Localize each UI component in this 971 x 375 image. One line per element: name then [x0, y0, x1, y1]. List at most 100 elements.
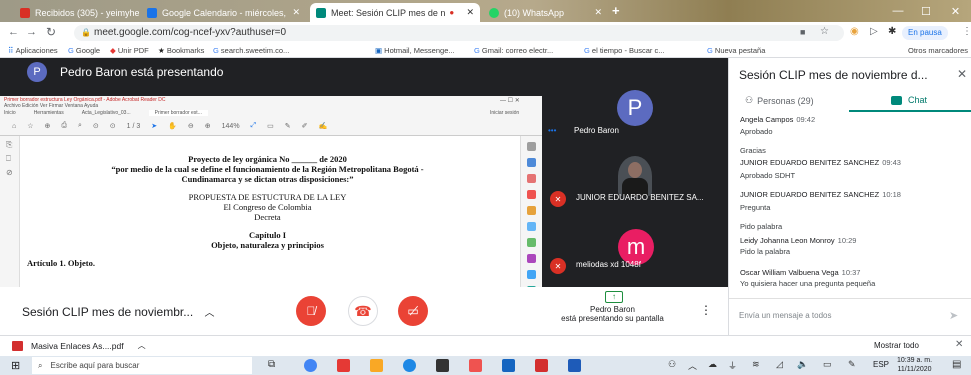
profile-button[interactable]: En pausa [902, 26, 948, 40]
search-tool-icon[interactable] [527, 142, 536, 151]
cursor-icon[interactable]: ➤ [151, 122, 157, 130]
draw-icon[interactable]: ✐ [302, 122, 308, 130]
tab-whatsapp[interactable]: (10) WhatsApp ✕ [483, 3, 608, 22]
fit-icon[interactable]: ⤢ [251, 122, 257, 130]
close-panel-icon[interactable]: ✕ [957, 67, 967, 81]
people-tab[interactable]: ⚇ Personas (29) [745, 95, 814, 106]
export-pdf-icon[interactable] [527, 158, 536, 167]
word-icon[interactable] [568, 359, 581, 372]
windows-start-icon[interactable]: ⊞ [11, 359, 20, 372]
language-indicator[interactable]: ESP [873, 360, 889, 369]
close-tab-icon[interactable]: ✕ [286, 7, 300, 18]
bookmarks-folder[interactable]: ★ Bookmarks [158, 46, 204, 55]
edit-pdf-icon[interactable] [527, 190, 536, 199]
sign-icon[interactable]: ✍ [319, 122, 328, 130]
mail-icon[interactable] [502, 359, 515, 372]
present-screen-icon[interactable]: ↑ [605, 291, 623, 303]
pdf-tab-herramientas[interactable]: Herramientas [34, 110, 64, 116]
forward-icon[interactable]: → [26, 26, 37, 38]
maximize-button[interactable]: ☐ [912, 0, 940, 22]
camera-icon[interactable]: ■ [800, 27, 805, 37]
pdf-tab-borrador[interactable]: Primer borrador est... [148, 110, 208, 116]
thumbnails-icon[interactable]: ⎘ [6, 140, 12, 150]
participant-tile-pedro[interactable]: P ••• Pedro Baron [544, 88, 726, 148]
download-item[interactable]: Masiva Enlaces As....pdf ︿ [12, 340, 146, 351]
print-icon[interactable]: ⎙ [61, 122, 67, 130]
url-field[interactable]: 🔒 meet.google.com/cog-ncef-yxv?authuser=… [74, 25, 844, 41]
network-icon[interactable]: ◿ [776, 359, 783, 370]
highlight-icon[interactable]: ✎ [285, 122, 291, 130]
pdf-window-controls[interactable]: — ☐ ✕ [500, 97, 520, 104]
google-bookmark[interactable]: G Google [68, 46, 100, 55]
close-window-button[interactable]: ✕ [940, 0, 971, 22]
camera-toggle-button[interactable]: ▭̸ [398, 296, 428, 326]
tab-gmail[interactable]: Recibidos (305) - yeimyhelenag@ ✕ [14, 3, 139, 22]
pdf-tab-inicio[interactable]: Inicio [4, 110, 16, 116]
wifi-icon[interactable]: ≋ [752, 359, 760, 370]
upload-icon[interactable]: ⊕ [45, 122, 51, 130]
mic-toggle-button[interactable]: 🎙̸ [296, 296, 326, 326]
other-bookmarks[interactable]: Otros marcadores [908, 46, 968, 55]
comment-icon[interactable]: ▭ [267, 122, 274, 130]
zoom-in-icon[interactable]: ⊕ [205, 122, 211, 130]
taskbar-search-box[interactable]: ⌕ Escribe aquí para buscar [32, 357, 252, 374]
close-tab-icon[interactable]: ✕ [588, 7, 602, 18]
combine-icon[interactable] [527, 222, 536, 231]
close-tab-icon[interactable]: ✕ [460, 7, 474, 18]
chat-tab[interactable]: Chat [891, 95, 927, 105]
bookmarks-panel-icon[interactable]: ⎕ [6, 154, 11, 164]
comment-tool-icon[interactable] [527, 206, 536, 215]
pdf-tab-acta[interactable]: Acta_Legislativo_03... [82, 110, 131, 116]
page-down-icon[interactable]: ⊙ [110, 122, 116, 130]
organize-icon[interactable] [527, 238, 536, 247]
pdf-sign-in[interactable]: Iniciar sesión [490, 110, 519, 116]
apps-bookmark[interactable]: ⠿ Aplicaciones [8, 46, 58, 55]
clock[interactable]: 10:39 a. m. 11/11/2020 [897, 356, 932, 374]
cast-icon[interactable]: ▷ [870, 26, 878, 37]
tab-meet[interactable]: Meet: Sesión CLIP mes de n ● ✕ [310, 3, 480, 22]
notifications-icon[interactable]: ▤ [952, 359, 961, 370]
puzzle-icon[interactable]: ✱ [888, 26, 896, 37]
store-icon[interactable] [436, 359, 449, 372]
chat-input[interactable]: Envía un mensaje a todos [739, 311, 939, 325]
nueva-pestana-bookmark[interactable]: G Nueva pestaña [707, 46, 765, 55]
zoom-level[interactable]: 144% [222, 123, 240, 130]
people-icon[interactable]: ⚇ [668, 359, 676, 370]
search-icon[interactable]: ⌕ [78, 122, 82, 130]
pen-icon[interactable]: ✎ [848, 359, 856, 370]
file-explorer-icon[interactable] [370, 359, 383, 372]
zoom-out-icon[interactable]: ⊖ [188, 122, 194, 130]
star-icon[interactable]: ☆ [820, 26, 829, 37]
powerpoint-icon[interactable] [535, 359, 548, 372]
edge-icon[interactable] [403, 359, 416, 372]
create-pdf-icon[interactable] [527, 174, 536, 183]
home-icon[interactable]: ⌂ [12, 123, 16, 130]
send-icon[interactable]: ➤ [949, 309, 958, 322]
sign-tool-icon[interactable] [527, 254, 536, 263]
chevron-up-icon[interactable]: ︿ [688, 359, 697, 372]
unirpdf-bookmark[interactable]: ◆ Unir PDF [110, 46, 149, 55]
chrome-taskbar-icon[interactable] [304, 359, 317, 372]
meeting-details-button[interactable]: Sesión CLIP mes de noviembr... ︿ [22, 304, 215, 319]
task-view-icon[interactable]: ⧉ [268, 359, 275, 370]
gmail-bookmark[interactable]: G Gmail: correo electr... [474, 46, 553, 55]
usb-icon[interactable]: ⏚ [728, 359, 737, 372]
unirpdf-taskbar-icon[interactable] [337, 359, 350, 372]
page-up-icon[interactable]: ⊙ [93, 122, 99, 130]
battery-icon[interactable]: ▭ [823, 359, 832, 370]
new-tab-button[interactable]: + [612, 3, 620, 18]
more-options-icon[interactable]: ⋮ [700, 303, 712, 317]
attachments-icon[interactable]: ⊘ [6, 168, 13, 177]
participant-tile-junior[interactable]: ✕ JUNIOR EDUARDO BENITEZ SA... [544, 156, 726, 216]
participant-tile-meliodas[interactable]: m ✕ meliodas xd 1048f [544, 223, 726, 283]
hand-icon[interactable]: ✋ [168, 122, 177, 130]
bookmark-icon[interactable]: ☆ [27, 122, 33, 130]
tab-calendar[interactable]: Google Calendario - miércoles, ✕ [141, 3, 306, 22]
show-all-button[interactable]: Mostrar todo [874, 341, 919, 350]
eltiempo-bookmark[interactable]: G el tiempo - Buscar c... [584, 46, 664, 55]
cloud-icon[interactable]: ☁ [708, 359, 717, 370]
minimize-button[interactable]: — [884, 0, 912, 22]
menu-icon[interactable]: ⋮ [962, 26, 971, 37]
extension-icon[interactable]: ◉ [850, 26, 859, 37]
hotmail-bookmark[interactable]: ▣ Hotmail, Messenge... [375, 46, 455, 55]
